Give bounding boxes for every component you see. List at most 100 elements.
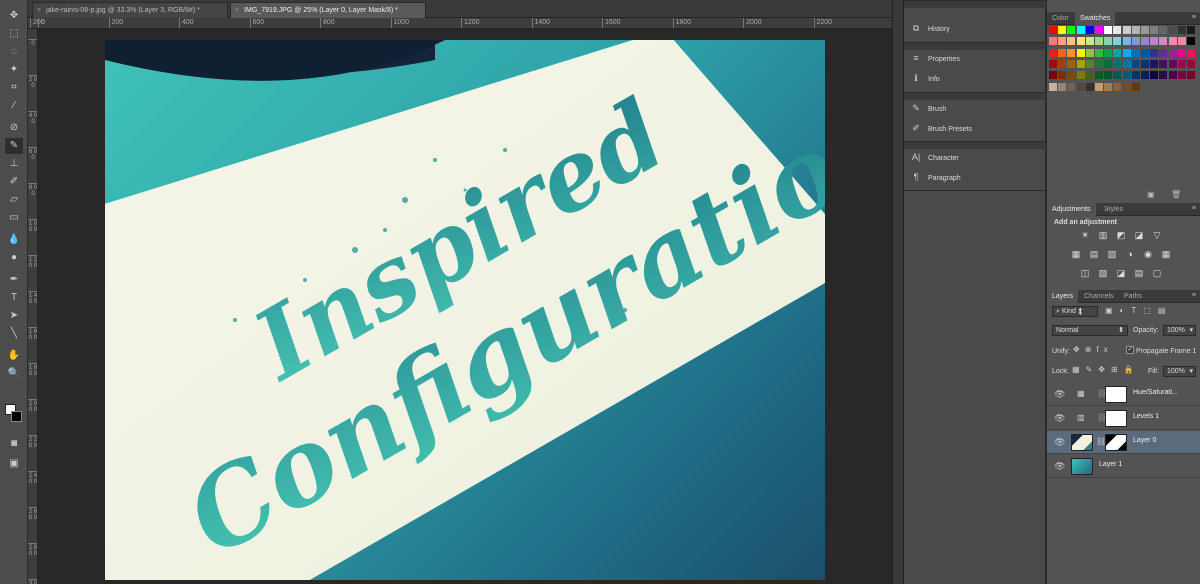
color-swatch[interactable]	[1104, 82, 1113, 91]
color-swatch[interactable]	[1159, 48, 1168, 57]
color-swatch[interactable]	[1150, 37, 1159, 46]
color-swatch[interactable]	[1058, 71, 1067, 80]
panel-grip[interactable]	[904, 0, 1046, 8]
color-swatch[interactable]	[1049, 82, 1057, 91]
color-swatch[interactable]	[1159, 71, 1168, 80]
color-swatch[interactable]	[1113, 82, 1122, 91]
layer-row-layer-0[interactable]: 👁 ⛓ Layer 0	[1047, 431, 1200, 454]
lock-icons[interactable]: ▦✎✥⊞🔒	[1072, 365, 1140, 374]
panel-info[interactable]: ℹ Info	[910, 70, 939, 86]
magic-wand-tool-icon[interactable]: ✦	[5, 62, 23, 78]
color-swatch[interactable]	[1049, 48, 1057, 57]
blend-mode-select[interactable]: Normal ⬍	[1052, 325, 1128, 336]
invert-icon[interactable]: ◫	[1079, 267, 1091, 279]
color-swatch[interactable]	[1058, 26, 1067, 34]
curves-icon[interactable]: ◩	[1115, 229, 1127, 241]
close-icon[interactable]: ×	[37, 7, 41, 14]
eye-icon[interactable]: 👁	[1054, 389, 1065, 400]
color-swatch[interactable]	[1058, 37, 1067, 46]
line-tool-icon[interactable]: ╲	[5, 326, 23, 342]
panel-paragraph[interactable]: ¶ Paragraph	[910, 169, 961, 185]
zoom-tool-icon[interactable]: 🔍	[5, 366, 23, 382]
color-swatch[interactable]	[1113, 37, 1122, 46]
layer-kind-filter[interactable]: ⌕ Kind ⬍	[1052, 306, 1098, 317]
color-swatch[interactable]	[1104, 26, 1113, 34]
color-swatch[interactable]	[1131, 48, 1140, 57]
black-white-icon[interactable]: ◑	[1124, 248, 1136, 260]
background-color-swatch[interactable]	[11, 411, 22, 422]
photo-filter-icon[interactable]: ◉	[1142, 248, 1154, 260]
move-tool-icon[interactable]: ✥	[5, 8, 23, 24]
layer-filter-icons[interactable]: ▣◐T⬚▤	[1105, 306, 1172, 315]
eyedropper-tool-icon[interactable]: ⁄	[5, 98, 23, 114]
color-swatch[interactable]	[1104, 48, 1113, 57]
lasso-tool-icon[interactable]: ◌	[5, 44, 23, 60]
new-swatch-icon[interactable]: ▣	[1147, 190, 1155, 199]
color-swatch[interactable]	[1177, 48, 1186, 57]
color-swatch[interactable]	[1049, 71, 1057, 80]
color-swatch[interactable]	[1187, 26, 1195, 34]
opacity-field[interactable]: 100% ▾	[1163, 325, 1196, 336]
color-swatch[interactable]	[1187, 71, 1195, 80]
color-swatch[interactable]	[1058, 82, 1067, 91]
marquee-tool-icon[interactable]: ⬚	[5, 26, 23, 42]
color-swatch[interactable]	[1168, 59, 1177, 68]
color-swatch[interactable]	[1076, 26, 1085, 34]
tab-paths[interactable]: Paths	[1119, 290, 1147, 303]
layer-mask-thumbnail[interactable]	[1105, 434, 1127, 451]
color-swatch[interactable]	[1113, 59, 1122, 68]
color-swatch[interactable]	[1095, 37, 1103, 46]
layer-row-levels[interactable]: 👁 ▥ ⛓ Levels 1	[1047, 407, 1200, 430]
color-swatch[interactable]	[1122, 37, 1131, 46]
pen-tool-icon[interactable]: ✒	[5, 272, 23, 288]
color-swatch[interactable]	[1177, 37, 1186, 46]
panel-grip[interactable]	[904, 92, 1046, 100]
color-swatch[interactable]	[1067, 37, 1076, 46]
panel-menu-icon[interactable]: ≡	[1192, 14, 1196, 21]
color-swatch[interactable]	[1095, 82, 1103, 91]
selective-color-icon[interactable]: ▢	[1151, 267, 1163, 279]
color-swatch[interactable]	[1150, 26, 1159, 34]
tab-styles[interactable]: Styles	[1099, 203, 1128, 216]
color-swatch[interactable]	[1095, 59, 1103, 68]
trash-icon[interactable]: 🗑	[1171, 190, 1181, 199]
eraser-tool-icon[interactable]: ▱	[5, 192, 23, 208]
color-swatch[interactable]	[1104, 37, 1113, 46]
color-swatch[interactable]	[1131, 59, 1140, 68]
color-swatch[interactable]	[1168, 26, 1177, 34]
crop-tool-icon[interactable]: ⌗	[5, 80, 23, 96]
fill-field[interactable]: 100% ▾	[1163, 366, 1196, 377]
layer-mask-thumbnail[interactable]	[1105, 386, 1127, 403]
color-swatch[interactable]	[1095, 26, 1103, 34]
gradient-map-icon[interactable]: ▤	[1133, 267, 1145, 279]
color-swatch[interactable]	[1187, 48, 1195, 57]
threshold-icon[interactable]: ◪	[1115, 267, 1127, 279]
path-selection-tool-icon[interactable]: ➤	[5, 308, 23, 324]
color-swatch[interactable]	[1159, 37, 1168, 46]
color-swatch[interactable]	[1095, 71, 1103, 80]
color-swatch[interactable]	[1141, 26, 1149, 34]
color-swatch[interactable]	[1076, 71, 1085, 80]
eye-icon[interactable]: 👁	[1054, 413, 1065, 424]
panel-grip[interactable]	[904, 42, 1046, 50]
color-swatch[interactable]	[1187, 37, 1195, 46]
color-swatch[interactable]	[1150, 71, 1159, 80]
color-swatch[interactable]	[1085, 26, 1094, 34]
color-swatch[interactable]	[1067, 59, 1076, 68]
color-swatch[interactable]	[1122, 48, 1131, 57]
color-swatch[interactable]	[1076, 82, 1085, 91]
color-swatch[interactable]	[1187, 59, 1195, 68]
propagate-checkbox[interactable]: ✓	[1126, 346, 1134, 354]
color-swatch[interactable]	[1085, 37, 1094, 46]
tab-layers[interactable]: Layers	[1047, 290, 1079, 303]
color-swatch[interactable]	[1122, 71, 1131, 80]
color-swatch[interactable]	[1141, 48, 1149, 57]
color-swatch[interactable]	[1085, 71, 1094, 80]
tab-img-7919[interactable]: × IMG_7919.JPG @ 25% (Layer 0, Layer Mask…	[230, 2, 426, 18]
triangle-icon[interactable]: ▽	[1151, 229, 1163, 241]
levels-icon[interactable]: ▥	[1097, 229, 1109, 241]
panel-grip[interactable]	[904, 141, 1046, 149]
history-brush-tool-icon[interactable]: ✐	[5, 174, 23, 190]
unify-icons[interactable]: ✥⊕fx	[1073, 345, 1113, 354]
color-swatch[interactable]	[1058, 59, 1067, 68]
